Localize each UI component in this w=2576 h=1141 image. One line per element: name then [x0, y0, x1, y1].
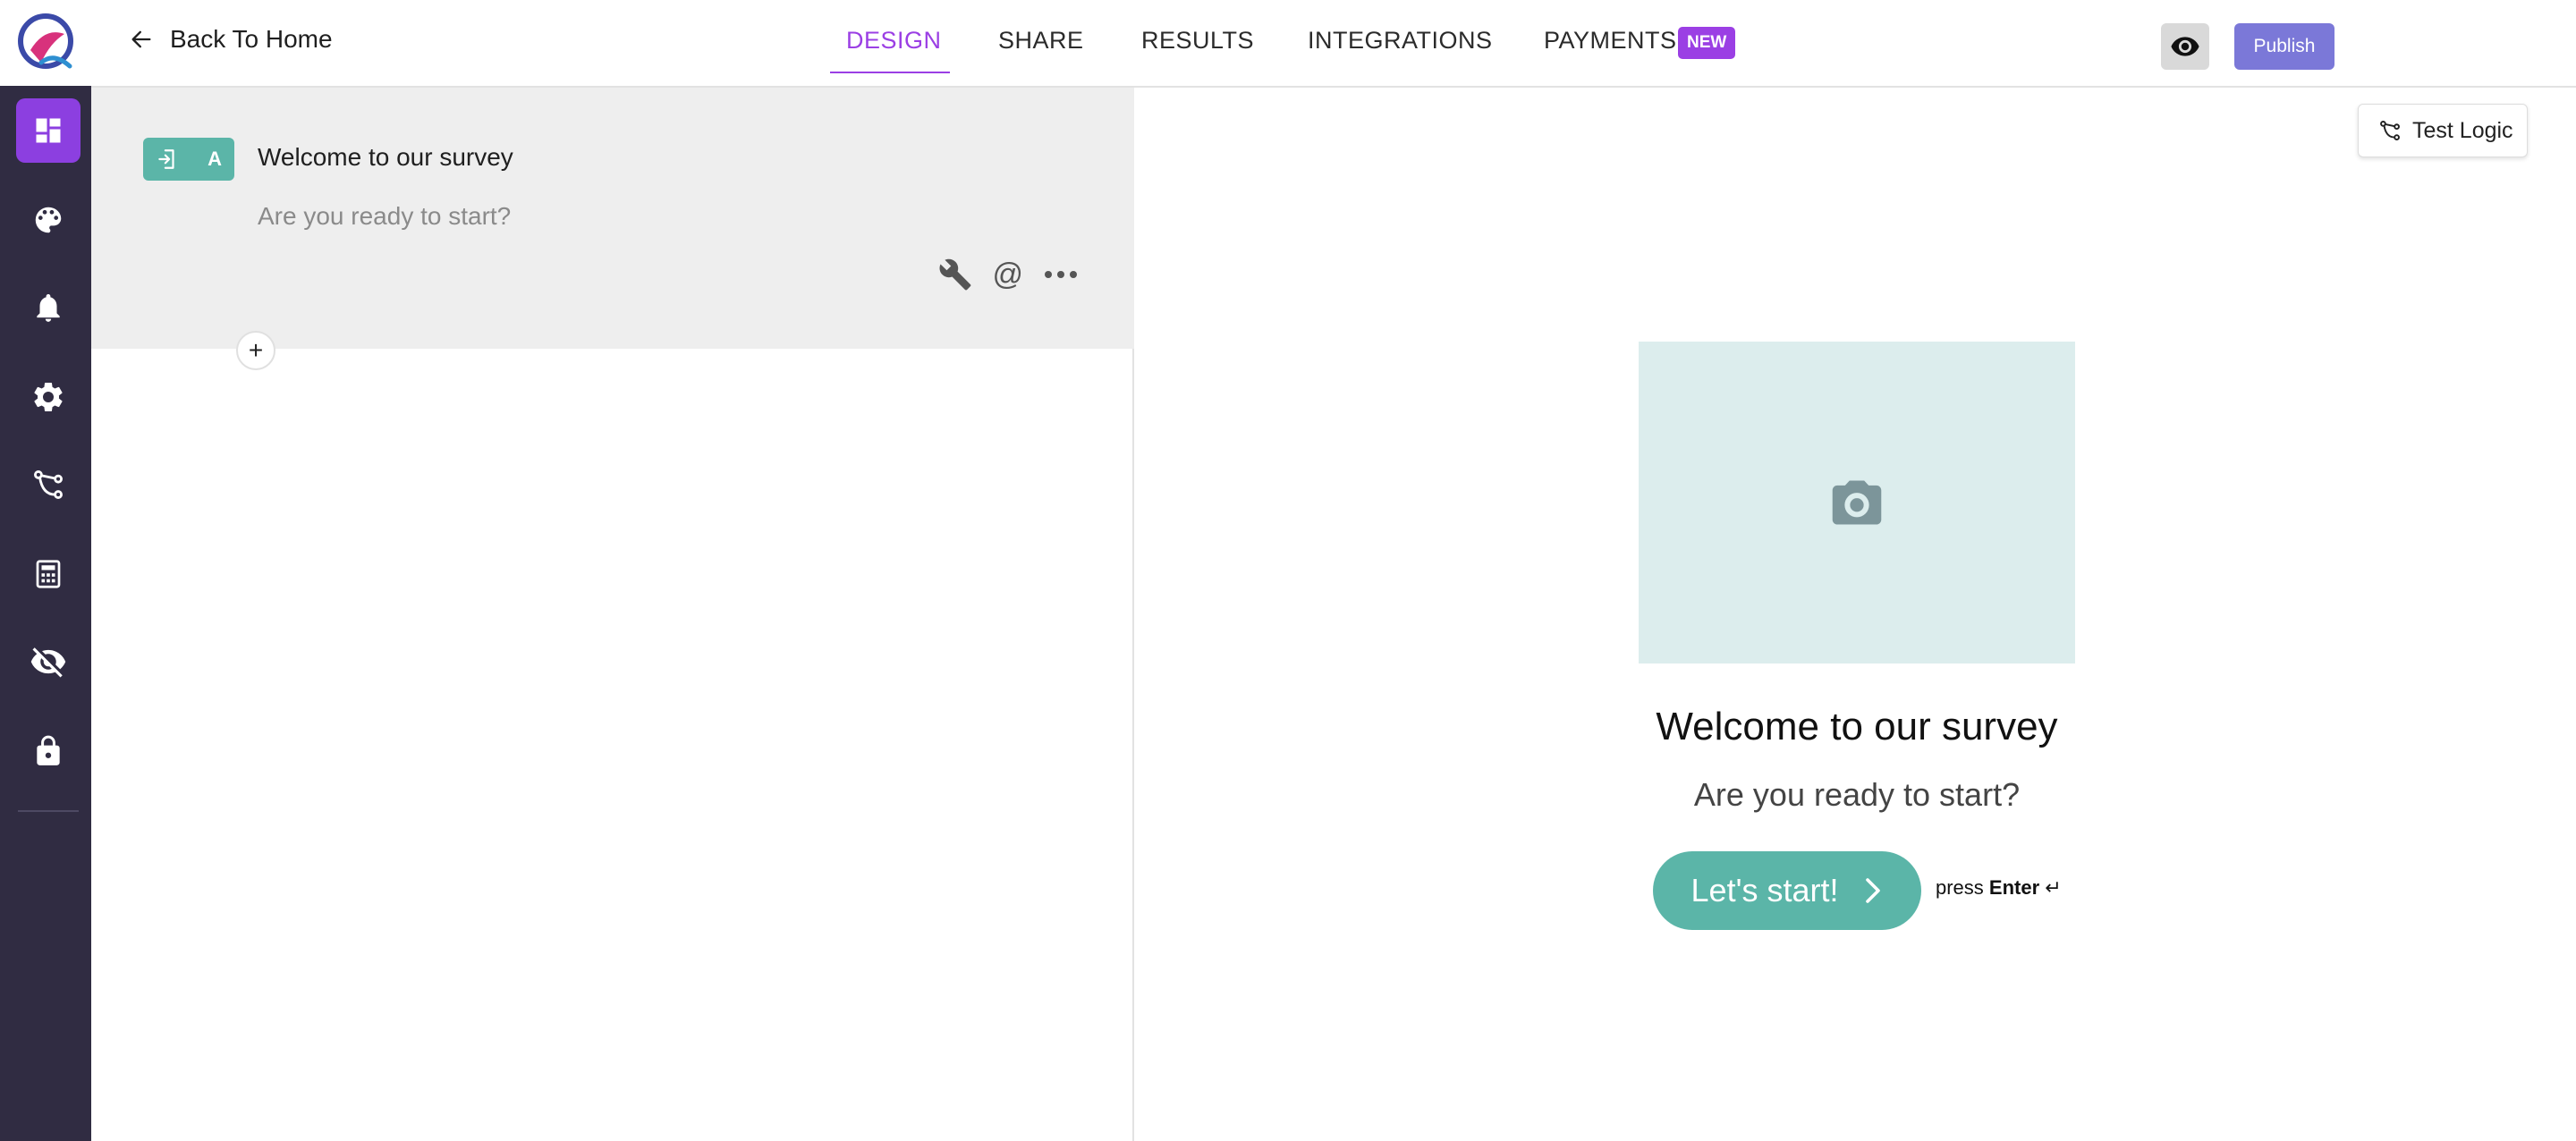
question-toolbar: @	[938, 258, 1079, 292]
tab-results[interactable]: RESULTS	[1141, 27, 1254, 55]
press-enter-hint: press Enter ↵	[1936, 876, 2062, 900]
start-button[interactable]: Let's start!	[1653, 851, 1921, 930]
logic-flow-icon	[34, 470, 63, 499]
lock-icon	[37, 735, 60, 765]
press-hint-prefix: press	[1936, 876, 1984, 899]
start-button-label: Let's start!	[1690, 872, 1839, 909]
left-sidebar	[0, 0, 91, 1141]
question-type-chip[interactable]: A	[143, 138, 234, 181]
sidebar-item-settings[interactable]	[16, 365, 80, 429]
preview-subtitle: Are you ready to start?	[1693, 776, 2021, 813]
logic-flow-icon	[2380, 121, 2400, 140]
at-mention-icon[interactable]: @	[992, 259, 1023, 290]
publish-button[interactable]: Publish	[2234, 23, 2334, 70]
eye-icon	[2171, 37, 2199, 56]
camera-icon	[1832, 480, 1882, 525]
wrench-icon[interactable]	[938, 258, 972, 292]
test-logic-label: Test Logic	[2412, 117, 2513, 143]
sidebar-divider	[18, 810, 79, 812]
more-options-icon[interactable]	[1043, 269, 1079, 280]
new-badge: NEW	[1678, 27, 1736, 59]
gear-icon	[34, 382, 63, 411]
tab-integrations[interactable]: INTEGRATIONS	[1308, 27, 1493, 55]
editor-panel: A Welcome to our survey Are you ready to…	[91, 88, 1134, 1141]
test-logic-button[interactable]: Test Logic	[2358, 104, 2528, 157]
back-to-home-label: Back To Home	[170, 25, 333, 53]
sidebar-item-access[interactable]	[16, 719, 80, 783]
press-hint-key: Enter	[1988, 876, 2040, 899]
tab-payments[interactable]: PAYMENTS	[1544, 27, 1677, 55]
sidebar-item-design[interactable]	[16, 98, 80, 163]
back-to-home-link[interactable]: Back To Home	[127, 25, 333, 54]
question-letter: A	[208, 148, 222, 170]
bell-icon	[37, 293, 60, 322]
calculator-icon	[36, 560, 61, 588]
tab-active-indicator	[830, 72, 950, 73]
palette-icon	[35, 207, 62, 233]
logo-icon	[18, 13, 73, 69]
chevron-right-icon	[1866, 878, 1881, 903]
add-question-button[interactable]: +	[236, 331, 275, 370]
preview-panel: Test Logic Welcome to our survey Are you…	[1136, 88, 2576, 1141]
tab-share[interactable]: SHARE	[998, 27, 1084, 55]
question-subtitle[interactable]: Are you ready to start?	[258, 202, 511, 231]
app-logo[interactable]	[0, 0, 91, 86]
question-card[interactable]: A Welcome to our survey Are you ready to…	[91, 88, 1134, 349]
top-bar: Back To Home DESIGN SHARE RESULTS INTEGR…	[91, 0, 2576, 88]
preview-button[interactable]	[2161, 23, 2209, 70]
enter-key-icon: ↵	[2045, 876, 2062, 899]
sidebar-item-notifications[interactable]	[16, 275, 80, 340]
dashboard-icon	[36, 118, 61, 143]
question-title[interactable]: Welcome to our survey	[258, 143, 513, 172]
sidebar-item-theme[interactable]	[16, 188, 80, 252]
sidebar-item-hidden-fields[interactable]	[16, 630, 80, 694]
sidebar-item-logic[interactable]	[16, 452, 80, 517]
image-placeholder[interactable]	[1639, 342, 2075, 663]
sidebar-item-calculator[interactable]	[16, 542, 80, 606]
welcome-screen-icon	[158, 149, 174, 169]
tab-design[interactable]: DESIGN	[846, 27, 942, 55]
arrow-left-icon	[131, 30, 151, 48]
eye-off-icon	[30, 647, 66, 678]
preview-title: Welcome to our survey	[1656, 705, 2058, 748]
